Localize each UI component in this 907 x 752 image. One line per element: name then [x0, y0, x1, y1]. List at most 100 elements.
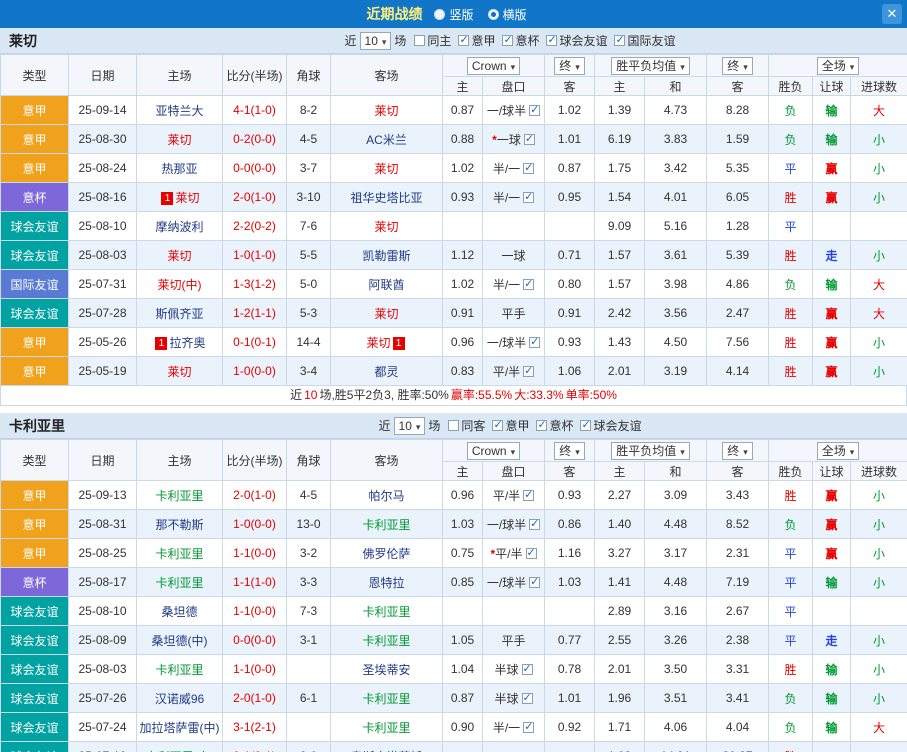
- summary-segment: 10: [304, 388, 318, 402]
- section-header: 卡利亚里 近 10 场 同客 意甲 意杯 球会友谊: [0, 413, 907, 439]
- col-type: 类型: [0, 439, 69, 481]
- handicap-checkbox-icon[interactable]: [529, 517, 541, 530]
- filter-checkbox[interactable]: 意杯: [502, 32, 539, 49]
- handicap-checkbox-icon[interactable]: [521, 662, 533, 675]
- odds-company-select[interactable]: Crown: [466, 441, 521, 460]
- summary-segment: 大:33.3%: [514, 388, 564, 402]
- avg-final-select[interactable]: 终: [722, 56, 753, 75]
- checkbox-icon[interactable]: [448, 420, 460, 431]
- league-cell: 意杯: [0, 567, 69, 597]
- corner-cell: 4-5: [286, 124, 331, 154]
- filter-checkbox[interactable]: 意甲: [458, 32, 495, 49]
- sub-col-avg-home: 主: [594, 461, 645, 481]
- radio-icon[interactable]: [487, 8, 499, 20]
- checkbox-icon[interactable]: [546, 33, 558, 46]
- away-team-name: 莱切: [366, 335, 391, 350]
- checkbox-icon[interactable]: [580, 418, 592, 431]
- checkbox-icon[interactable]: [492, 418, 504, 431]
- goals-cell: 小: [850, 538, 907, 568]
- handicap-checkbox-icon[interactable]: [529, 335, 541, 348]
- handicap-checkbox-icon[interactable]: [525, 546, 537, 559]
- checkbox-icon[interactable]: [536, 418, 548, 431]
- goals-cell: 小: [850, 683, 907, 713]
- handicap-checkbox-icon[interactable]: [523, 720, 535, 733]
- checkbox-icon[interactable]: [414, 35, 426, 46]
- handicap-cell: *一球: [482, 124, 545, 154]
- checkbox-icon[interactable]: [614, 33, 626, 46]
- handicap-checkbox-icon[interactable]: [521, 691, 533, 704]
- home-odds-cell: 1.02: [442, 269, 483, 299]
- filter-checkbox[interactable]: 同主: [414, 32, 451, 49]
- layout-radio[interactable]: 竖版: [434, 6, 474, 23]
- handicap-checkbox-icon[interactable]: [523, 161, 535, 174]
- filter-checkbox[interactable]: 意杯: [536, 417, 573, 434]
- handicap-text: 半/一: [492, 277, 521, 292]
- handicap-text: 半球: [494, 691, 519, 706]
- handicap-text: 一球: [496, 132, 521, 147]
- scope-select[interactable]: 全场: [816, 56, 860, 75]
- handicap-checkbox-icon[interactable]: [529, 103, 541, 116]
- date-cell: 25-05-26: [68, 327, 137, 357]
- filter-checkbox[interactable]: 同客: [448, 417, 485, 434]
- handicap-checkbox-icon[interactable]: [523, 488, 535, 501]
- result-cell: 负: [768, 95, 814, 125]
- layout-radio[interactable]: 横版: [487, 6, 527, 23]
- handicap-checkbox-icon[interactable]: [523, 132, 535, 145]
- home-team-cell: 卡利亚里(中): [136, 741, 223, 752]
- cagliari-matches-table: 类型 日期 主场 比分(半场) 角球 客场 Crown 终 胜平负均值 终 全场…: [0, 439, 907, 752]
- avg-draw-cell: 4.01: [643, 182, 708, 212]
- games-count-select[interactable]: 10: [393, 416, 426, 435]
- league-cell: 意杯: [0, 182, 69, 212]
- handicap-cell: *平/半: [482, 538, 545, 568]
- filter-checkbox[interactable]: 球会友谊: [580, 417, 641, 434]
- close-button[interactable]: ✕: [882, 4, 902, 24]
- handicap-checkbox-icon[interactable]: [523, 190, 535, 203]
- filter-checkbox[interactable]: 球会友谊: [546, 32, 607, 49]
- away-odds-cell: 1.06: [544, 356, 595, 386]
- odds-company-select[interactable]: Crown: [466, 56, 521, 75]
- away-team-name: 佛罗伦萨: [362, 546, 411, 561]
- away-team-name: 阿联酋: [368, 277, 405, 292]
- date-cell: 25-08-10: [68, 596, 137, 626]
- home-team-cell: 斯佩齐亚: [136, 298, 223, 328]
- away-team-cell: 莱切: [330, 211, 443, 241]
- odds-final-select[interactable]: 终: [554, 441, 585, 460]
- home-odds-cell: 0.87: [442, 683, 483, 713]
- home-odds-cell: 0.93: [442, 182, 483, 212]
- corner-cell: 8-2: [286, 95, 331, 125]
- away-team-cell: 莱切: [330, 298, 443, 328]
- score-cell: 3-1(2-1): [222, 712, 287, 742]
- avg-draw-cell: 4.48: [643, 567, 708, 597]
- red-card-badge: 1: [392, 336, 405, 350]
- avg-select[interactable]: 胜平负均值: [611, 56, 690, 75]
- games-label: 场: [428, 419, 441, 433]
- odds-final-select[interactable]: 终: [554, 56, 585, 75]
- home-odds-cell: [442, 211, 483, 241]
- odds-group-header: Crown: [442, 54, 545, 77]
- away-team-cell: 卡利亚里: [330, 683, 443, 713]
- home-team-name: 斯佩齐亚: [155, 306, 204, 321]
- league-cell: 意甲: [0, 509, 69, 539]
- checkbox-icon[interactable]: [458, 33, 470, 46]
- home-odds-cell: 0.96: [442, 480, 483, 510]
- avg-select[interactable]: 胜平负均值: [611, 441, 690, 460]
- filter-checkbox[interactable]: 国际友谊: [614, 32, 676, 49]
- away-odds-cell: [544, 211, 595, 241]
- checkbox-icon[interactable]: [502, 33, 514, 46]
- scope-select[interactable]: 全场: [816, 441, 860, 460]
- handicap-cell: 半/一: [482, 269, 545, 299]
- avg-final-select[interactable]: 终: [722, 441, 753, 460]
- radio-icon[interactable]: [434, 8, 446, 20]
- handicap-checkbox-icon[interactable]: [523, 364, 535, 377]
- games-count-select[interactable]: 10: [359, 31, 392, 50]
- filter-checkbox[interactable]: 意甲: [492, 417, 529, 434]
- col-home: 主场: [136, 439, 223, 481]
- handicap-checkbox-icon[interactable]: [529, 575, 541, 588]
- avg-home-cell: 1.57: [594, 240, 645, 270]
- avg-home-cell: 1.75: [594, 153, 645, 183]
- handicap-checkbox-icon[interactable]: [523, 277, 535, 290]
- col-corner: 角球: [286, 54, 331, 96]
- league-cell: 球会友谊: [0, 712, 69, 742]
- goals-cell: 大: [850, 712, 907, 742]
- avg-draw-cell: 3.42: [643, 153, 708, 183]
